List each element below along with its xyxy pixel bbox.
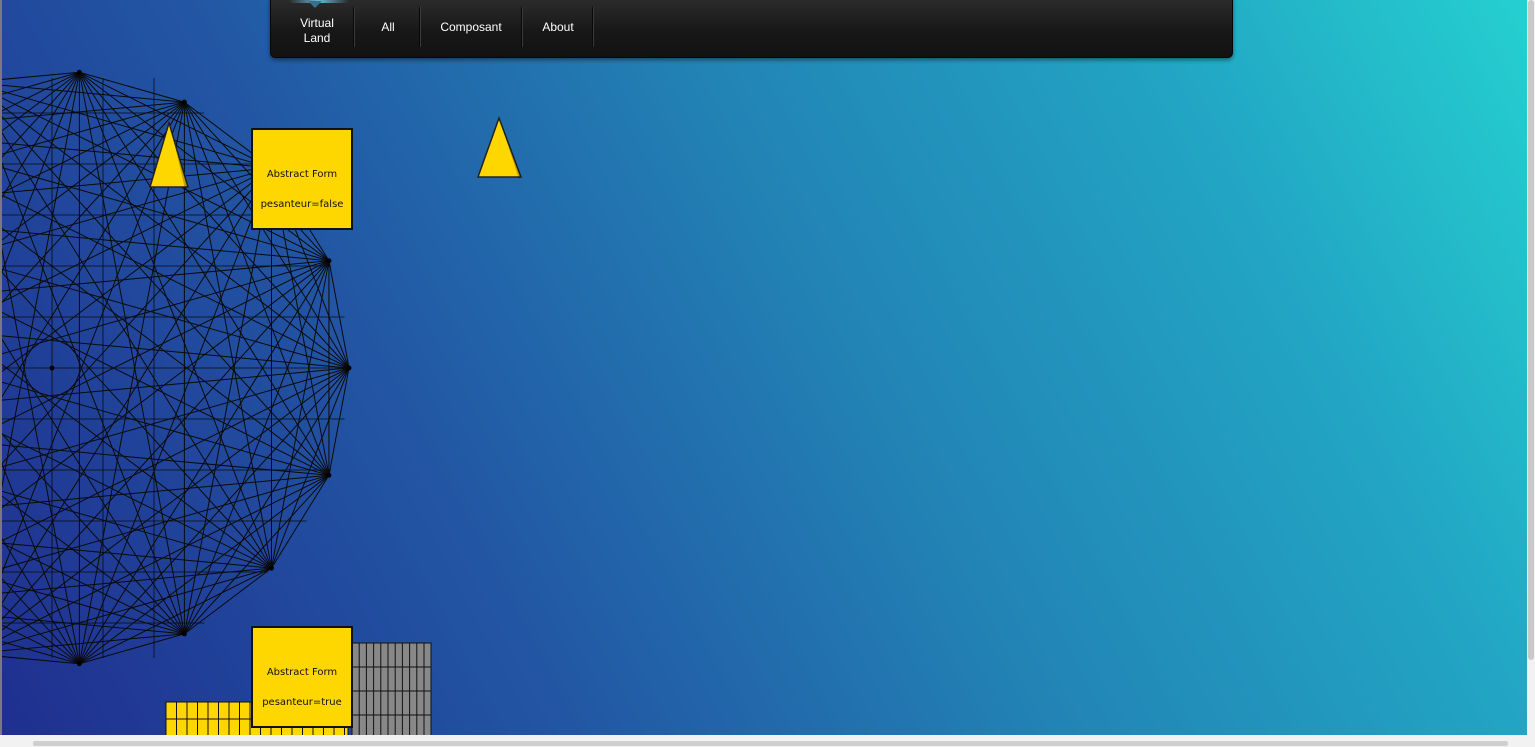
vertical-scrollbar[interactable]	[1527, 0, 1535, 747]
left-border	[0, 0, 2, 747]
nav-label: About	[542, 19, 574, 34]
scrollbar-thumb[interactable]	[1528, 0, 1534, 660]
nav-item-about[interactable]: About	[523, 1, 593, 53]
nav-label: All	[381, 19, 395, 34]
nav-item-composant[interactable]: Composant	[421, 1, 521, 53]
form-property: pesanteur=true	[262, 697, 342, 708]
canvas-area: Abstract Form pesanteur=false Abstract F…	[2, 0, 1527, 735]
nav-item-virtual-land[interactable]: Virtual Land	[287, 5, 347, 57]
form-title: Abstract Form	[266, 169, 338, 180]
nav-label-line2: Land	[303, 31, 331, 45]
abstract-form-box[interactable]: Abstract Form pesanteur=true	[251, 626, 353, 728]
top-navigation-bar: Virtual Land All Composant About	[270, 0, 1233, 58]
form-property: pesanteur=false	[260, 199, 344, 210]
block-grids	[165, 642, 432, 735]
yellow-triangle-2[interactable]	[475, 116, 525, 182]
grey-block-grid[interactable]	[351, 642, 432, 735]
nav-label-line1: Virtual	[300, 16, 334, 30]
nav-item-all[interactable]: All	[355, 1, 421, 53]
horizontal-scrollbar[interactable]	[0, 735, 1527, 747]
yellow-triangle-1[interactable]	[147, 121, 191, 191]
abstract-form-box[interactable]: Abstract Form pesanteur=false	[251, 128, 353, 230]
scrollbar-thumb[interactable]	[33, 741, 1508, 746]
nav-label: Composant	[440, 19, 502, 34]
nav-divider	[592, 7, 594, 47]
form-title: Abstract Form	[266, 667, 338, 678]
